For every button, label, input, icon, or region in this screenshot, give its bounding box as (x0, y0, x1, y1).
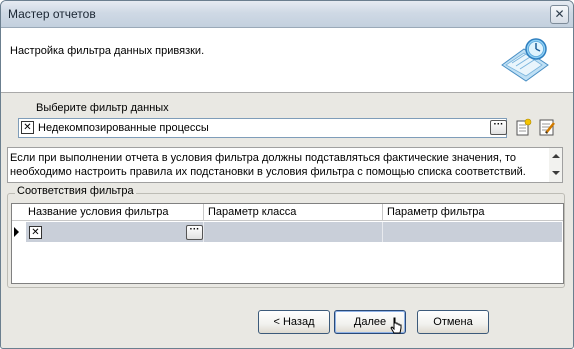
browse-condition-button[interactable]: ··· (186, 225, 203, 240)
column-header-class-param[interactable]: Параметр класса (208, 206, 296, 218)
close-button[interactable]: ✕ (550, 5, 569, 24)
column-header-condition[interactable]: Название условия фильтра (28, 206, 169, 218)
wizard-header: Настройка фильтра данных привязки. (1, 28, 573, 93)
title-bar[interactable]: Мастер отчетов ✕ (1, 1, 573, 28)
info-panel: Если при выполнении отчета в условия фил… (7, 147, 563, 183)
scroll-down-icon[interactable] (552, 171, 560, 175)
report-wizard-window: Мастер отчетов ✕ Настройка фильтра данны… (0, 0, 574, 349)
report-wizard-icon (501, 38, 549, 82)
grid-header: Название условия фильтра Параметр класса… (12, 204, 563, 221)
clear-filter-button[interactable]: ✕ (21, 121, 34, 134)
current-row-indicator-icon (14, 227, 19, 237)
info-scrollbar[interactable] (549, 148, 562, 182)
window-title: Мастер отчетов (8, 7, 96, 21)
browse-filter-button[interactable]: ··· (490, 120, 507, 135)
mapping-grid: Название условия фильтра Параметр класса… (11, 203, 564, 284)
table-row[interactable]: ✕ ··· (26, 222, 562, 242)
cancel-button[interactable]: Отмена (417, 310, 489, 334)
scroll-up-icon[interactable] (552, 154, 560, 158)
filter-value: Недекомпозированные процессы (38, 122, 209, 134)
mapping-group-title: Соответствия фильтра (15, 185, 136, 197)
mouse-cursor-icon (390, 317, 402, 334)
back-button[interactable]: < Назад (258, 310, 330, 334)
edit-filter-icon[interactable] (538, 118, 556, 136)
step-title: Настройка фильтра данных привязки. (10, 45, 205, 57)
column-header-filter-param[interactable]: Параметр фильтра (387, 206, 485, 218)
filter-label: Выберите фильтр данных (36, 102, 169, 114)
clear-condition-button[interactable]: ✕ (29, 226, 42, 239)
filter-select[interactable]: ✕ Недекомпозированные процессы ··· (18, 118, 507, 138)
new-filter-icon[interactable] (514, 118, 532, 136)
info-text: Если при выполнении отчета в условия фил… (10, 152, 526, 178)
